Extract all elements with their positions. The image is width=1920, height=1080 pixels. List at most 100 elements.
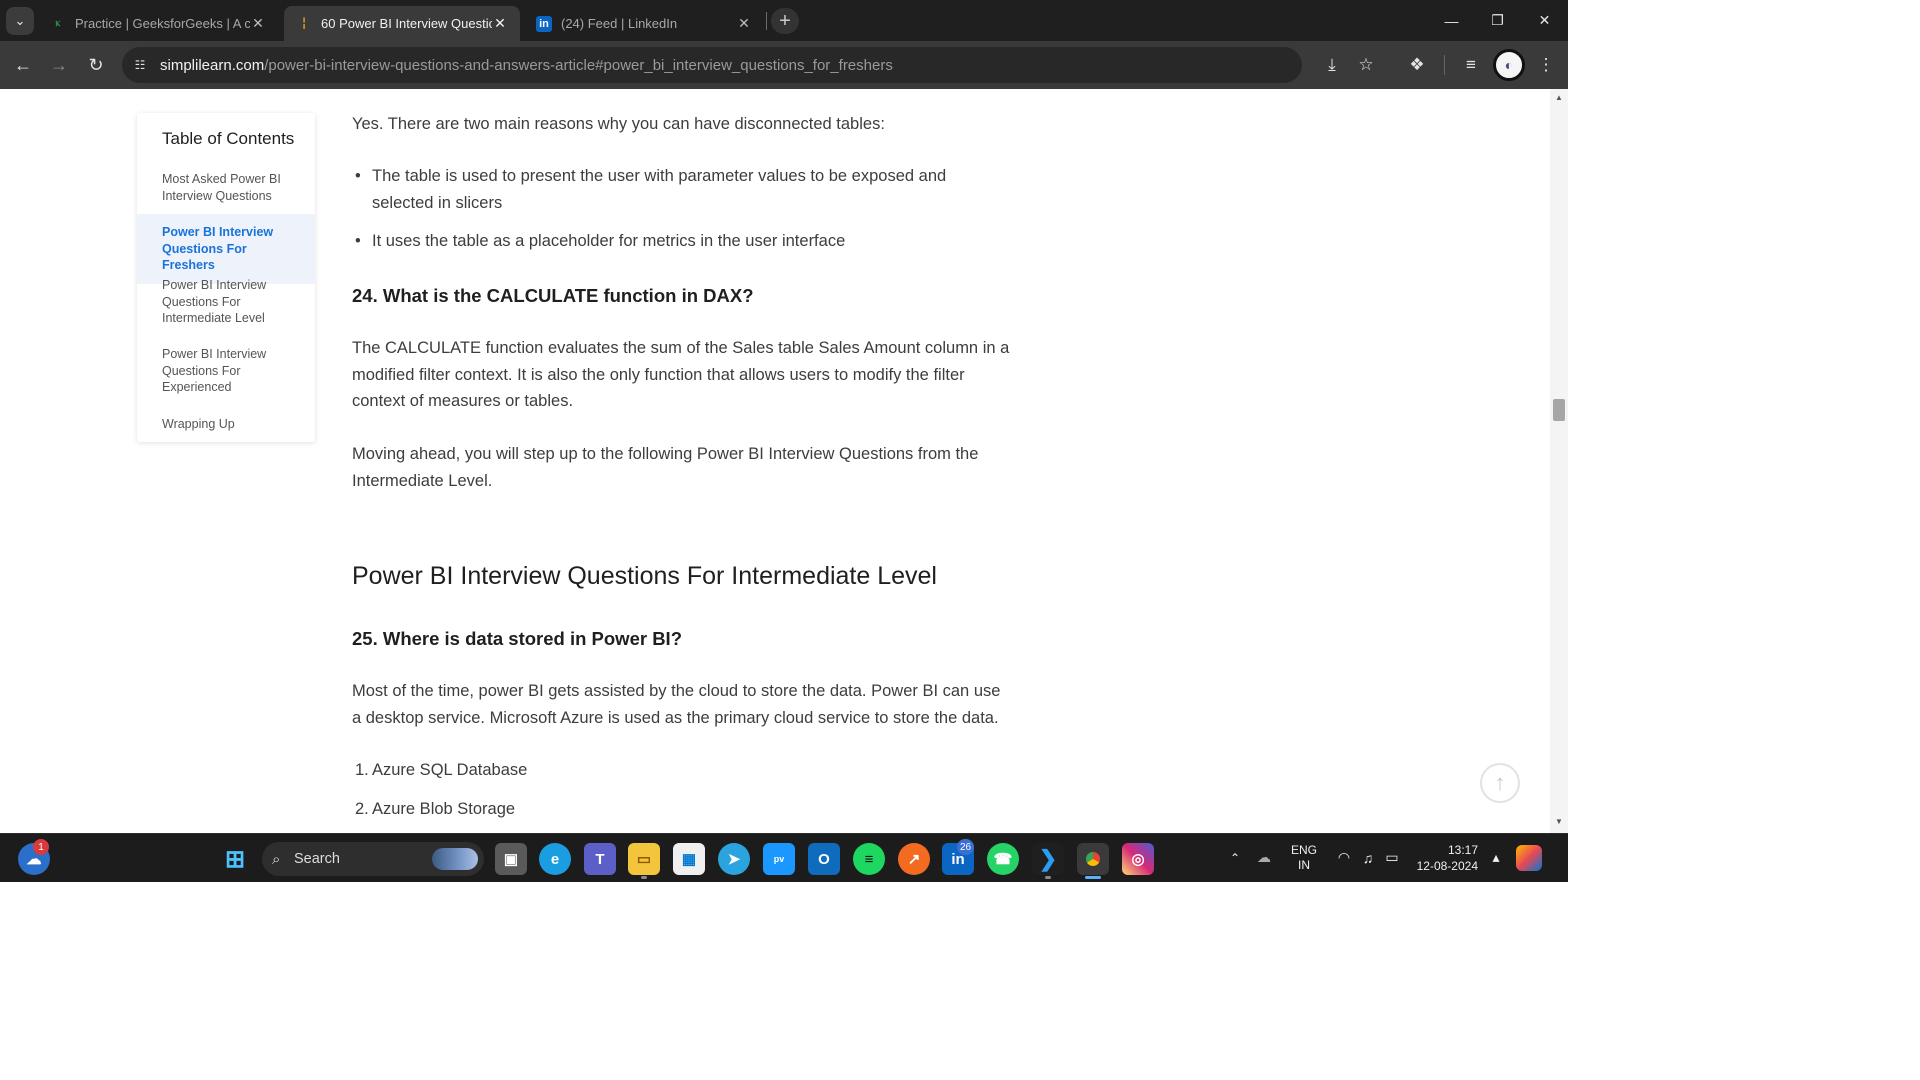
extensions-icon[interactable]: ❖ bbox=[1404, 52, 1430, 78]
item-number: 2. bbox=[355, 800, 369, 818]
tab-search-chevron-icon[interactable]: ⌄ bbox=[6, 7, 34, 35]
minimize-button[interactable]: — bbox=[1428, 0, 1475, 41]
tab-title: (24) Feed | LinkedIn bbox=[561, 16, 678, 31]
clock[interactable]: 13:17 12-08-2024 bbox=[1412, 842, 1478, 874]
active-app-indicator bbox=[1085, 876, 1101, 879]
tab-title: 60 Power BI Interview Questions bbox=[321, 16, 492, 31]
back-button[interactable]: ← bbox=[8, 50, 38, 80]
tab-title: Practice | GeeksforGeeks | A cor bbox=[75, 16, 250, 31]
onedrive-icon[interactable]: ☁ bbox=[1244, 849, 1284, 866]
media-controls-icon[interactable]: ≡ bbox=[1458, 52, 1484, 78]
simplilearn-icon: ╎ bbox=[300, 18, 308, 30]
edge-browser-icon[interactable]: e bbox=[539, 843, 571, 875]
region-code: IN bbox=[1298, 857, 1310, 872]
table-of-contents: Table of Contents Most Asked Power BI In… bbox=[137, 113, 315, 442]
running-indicator bbox=[1045, 876, 1051, 879]
vscode-icon[interactable]: ❯ bbox=[1032, 843, 1064, 875]
url-text[interactable]: simplilearn.com/power-bi-interview-quest… bbox=[160, 57, 893, 74]
toc-title: Table of Contents bbox=[162, 129, 295, 148]
geeksforgeeks-icon: ⲕ bbox=[55, 17, 61, 29]
tab-simplilearn[interactable]: ╎ 60 Power BI Interview Questions ✕ bbox=[284, 6, 520, 41]
close-tab-icon[interactable]: ✕ bbox=[492, 15, 508, 32]
bullet-list: The table is used to present the user wi… bbox=[352, 163, 1012, 255]
microsoft-store-icon[interactable]: ▦ bbox=[673, 843, 705, 875]
intro-paragraph: Yes. There are two main reasons why you … bbox=[352, 115, 885, 133]
tab-linkedin[interactable]: in (24) Feed | LinkedIn ✕ bbox=[524, 6, 764, 41]
clock-date: 12-08-2024 bbox=[1416, 858, 1478, 873]
vertical-scrollbar[interactable]: ▲ ▼ bbox=[1550, 89, 1568, 833]
toc-item-wrapping-up[interactable]: Wrapping Up bbox=[137, 416, 315, 433]
close-window-button[interactable]: ✕ bbox=[1521, 0, 1568, 41]
show-hidden-icons-chevron-icon[interactable]: ⌃ bbox=[1226, 851, 1244, 865]
linkedin-notification-badge: 26 bbox=[957, 839, 975, 855]
url-path: /power-bi-interview-questions-and-answer… bbox=[264, 56, 893, 74]
tab-geeksforgeeks[interactable]: ⲕ Practice | GeeksforGeeks | A cor ✕ bbox=[38, 6, 278, 41]
profile-avatar[interactable]: ◐ bbox=[1493, 49, 1525, 81]
bookmark-star-icon[interactable]: ☆ bbox=[1353, 52, 1379, 78]
list-item: It uses the table as a placeholder for m… bbox=[352, 228, 1012, 255]
toc-item-most-asked[interactable]: Most Asked Power BI Interview Questions bbox=[137, 171, 315, 204]
weather-notification-badge: 1 bbox=[33, 839, 49, 855]
reload-button[interactable]: ↻ bbox=[81, 50, 111, 80]
toc-item-intermediate[interactable]: Power BI Interview Questions For Interme… bbox=[137, 277, 315, 327]
scroll-down-arrow-icon[interactable]: ▼ bbox=[1555, 817, 1563, 826]
url-host: simplilearn.com bbox=[160, 56, 265, 74]
moving-ahead-paragraph: Moving ahead, you will step up to the fo… bbox=[352, 445, 979, 490]
install-app-icon[interactable]: ⤓ bbox=[1319, 52, 1345, 78]
search-highlight-image bbox=[432, 848, 478, 870]
toc-item-experienced[interactable]: Power BI Interview Questions For Experie… bbox=[137, 346, 315, 396]
new-tab-button[interactable]: + bbox=[771, 8, 799, 34]
numbered-item: 2. Azure Blob Storage bbox=[352, 796, 1012, 823]
scrollbar-thumb[interactable] bbox=[1553, 399, 1565, 421]
notification-bell-icon[interactable]: ▴ bbox=[1484, 849, 1508, 866]
copilot-icon[interactable] bbox=[1516, 844, 1542, 871]
item-number: 1. bbox=[355, 761, 369, 779]
list-item: The table is used to present the user wi… bbox=[352, 163, 1012, 216]
linkedin-icon: in bbox=[536, 15, 552, 32]
wifi-icon[interactable]: ◠ bbox=[1332, 849, 1356, 866]
search-icon: ⌕ bbox=[272, 850, 281, 868]
close-tab-icon[interactable]: ✕ bbox=[250, 15, 266, 32]
close-tab-icon[interactable]: ✕ bbox=[736, 15, 752, 32]
spotify-icon[interactable]: ≡ bbox=[853, 843, 885, 875]
file-explorer-icon[interactable]: ▭ bbox=[628, 843, 660, 875]
outlook-icon[interactable]: O bbox=[808, 843, 840, 875]
volume-icon[interactable]: ♫ bbox=[1356, 850, 1380, 866]
telegram-icon[interactable]: ➤ bbox=[718, 843, 750, 875]
item-text: Azure SQL Database bbox=[372, 761, 528, 779]
chrome-icon[interactable] bbox=[1077, 843, 1109, 875]
menu-kebab-icon[interactable]: ⋮ bbox=[1533, 52, 1559, 78]
system-tray: ⌃ ☁ ENG IN ◠ ♫ ▭ 13:17 12-08-2024 ▴ bbox=[1226, 833, 1542, 882]
numbered-item: 1. Azure SQL Database bbox=[352, 757, 1012, 784]
instagram-icon[interactable]: ◎ bbox=[1122, 843, 1154, 875]
language-indicator[interactable]: ENG IN bbox=[1284, 843, 1324, 873]
question-24-answer: The CALCULATE function evaluates the sum… bbox=[352, 339, 1010, 410]
taskbar-search[interactable]: ⌕ Search bbox=[262, 842, 484, 876]
site-info-icon[interactable]: ☷ bbox=[128, 53, 152, 77]
section-heading-intermediate: Power BI Interview Questions For Interme… bbox=[352, 562, 937, 590]
teams-icon[interactable]: T bbox=[584, 843, 616, 875]
scroll-up-arrow-icon[interactable]: ▲ bbox=[1555, 93, 1563, 102]
toc-item-freshers[interactable]: Power BI Interview Questions For Fresher… bbox=[137, 214, 315, 284]
question-25-heading: 25. Where is data stored in Power BI? bbox=[352, 628, 683, 649]
forward-button[interactable]: → bbox=[44, 50, 74, 80]
restore-button[interactable]: ❐ bbox=[1474, 0, 1521, 41]
taskbar-search-label: Search bbox=[294, 851, 340, 867]
swift-playgrounds-icon[interactable]: ↗ bbox=[898, 843, 930, 875]
battery-icon[interactable]: ▭ bbox=[1380, 849, 1404, 866]
tab-separator bbox=[766, 12, 767, 30]
tab-strip: ⌄ ⲕ Practice | GeeksforGeeks | A cor ✕ ╎… bbox=[0, 0, 1568, 41]
running-indicator bbox=[641, 876, 647, 879]
toolbar-separator bbox=[1444, 55, 1445, 75]
question-24-heading: 24. What is the CALCULATE function in DA… bbox=[352, 285, 754, 306]
windows-start-icon[interactable]: ⊞ bbox=[219, 843, 251, 875]
scroll-to-top-button[interactable]: ↑ bbox=[1480, 763, 1520, 803]
address-bar[interactable]: ☷ simplilearn.com/power-bi-interview-que… bbox=[122, 47, 1302, 83]
question-25-answer: Most of the time, power BI gets assisted… bbox=[352, 682, 1001, 727]
prime-video-icon[interactable]: pv bbox=[763, 843, 795, 875]
whatsapp-icon[interactable]: ☎ bbox=[987, 843, 1019, 875]
task-view-icon[interactable]: ▣ bbox=[495, 843, 527, 875]
clock-time: 13:17 bbox=[1447, 842, 1478, 857]
language-code: ENG bbox=[1290, 842, 1317, 857]
browser-toolbar: ← → ↻ ☷ simplilearn.com/power-bi-intervi… bbox=[0, 41, 1568, 89]
